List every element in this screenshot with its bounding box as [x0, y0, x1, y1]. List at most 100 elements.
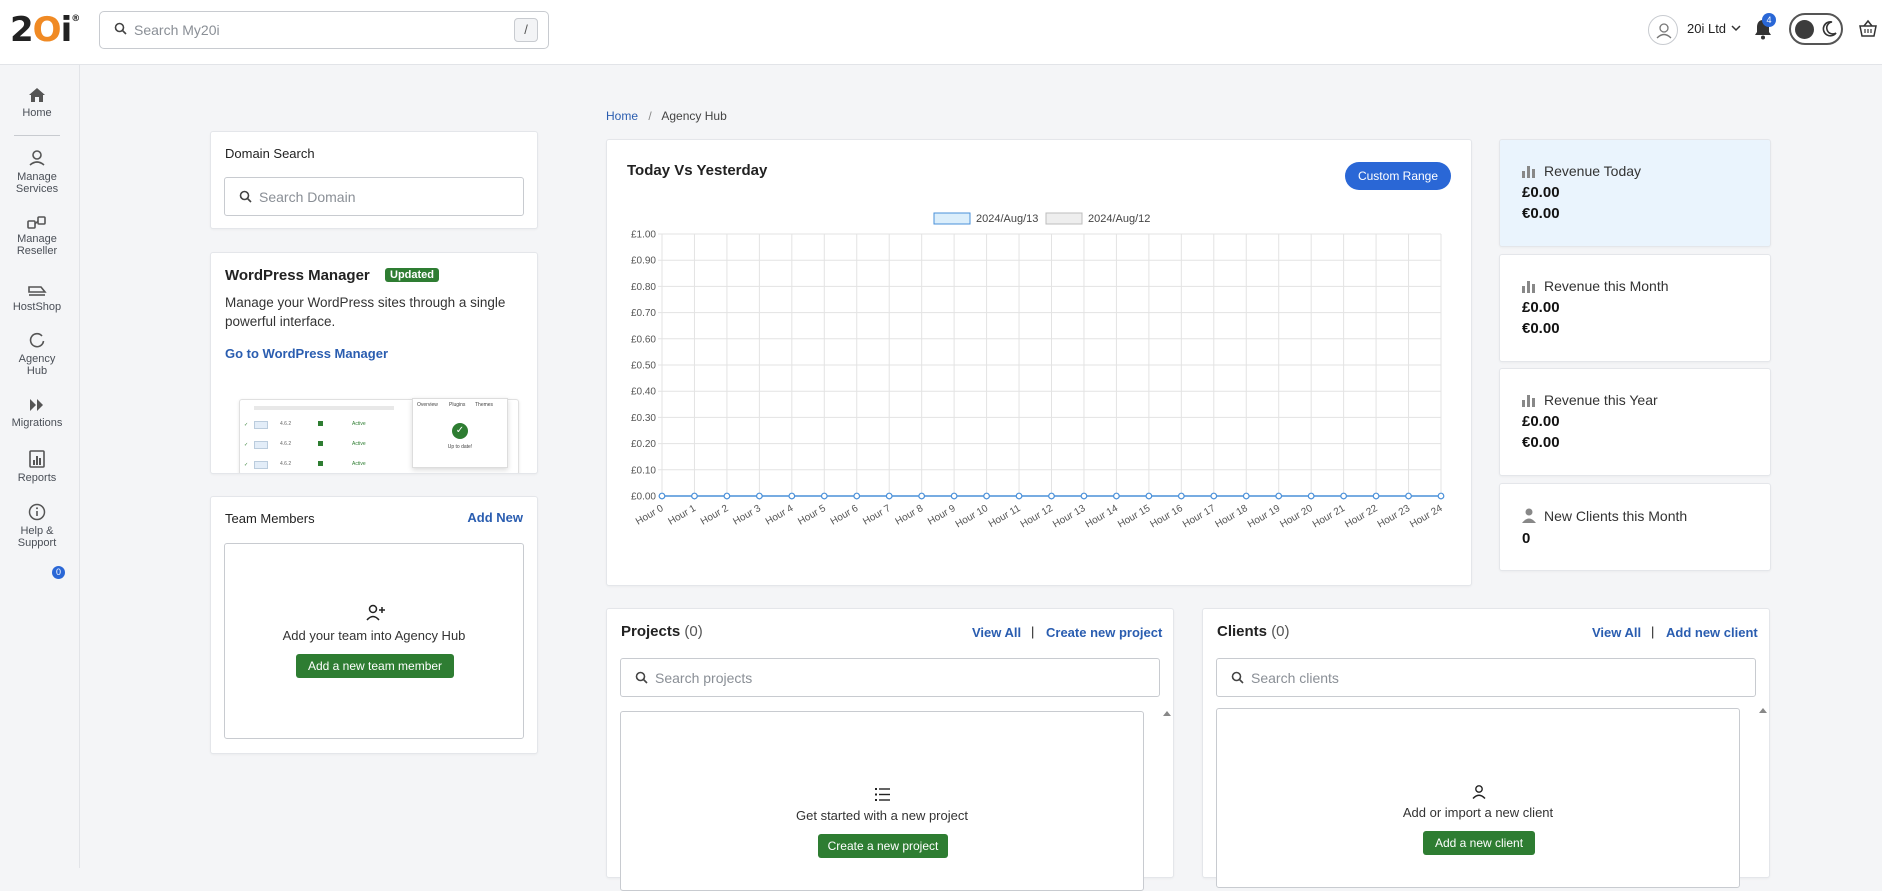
updated-badge: Updated [385, 268, 439, 282]
bar-chart-icon [1522, 281, 1535, 293]
x-tick-label: Hour 4 [764, 503, 796, 528]
x-tick-label: Hour 0 [634, 503, 666, 528]
search-projects-placeholder: Search projects [655, 670, 753, 686]
sidebar-item-manage-reseller[interactable]: Manage Reseller [0, 215, 74, 257]
x-tick-label: Hour 1 [666, 503, 698, 528]
sidebar-item-label: Manage [17, 171, 57, 183]
search-clients-placeholder: Search clients [1251, 670, 1339, 686]
basket-icon[interactable] [1858, 19, 1878, 39]
x-tick-label: Hour 5 [796, 503, 828, 528]
clients-card: Clients (0) View All | Add new client Se… [1202, 608, 1770, 888]
add-team-member-link[interactable]: Add New [467, 510, 523, 525]
y-tick-label: £0.50 [631, 361, 656, 372]
global-search-input[interactable]: Search My20i / [99, 11, 549, 49]
x-tick-label: Hour 16 [1149, 503, 1186, 531]
x-tick-label: Hour 18 [1213, 503, 1250, 531]
x-tick-label: Hour 8 [894, 503, 926, 528]
reports-icon [29, 450, 45, 468]
agency-hub-icon [29, 332, 45, 348]
data-point [1372, 492, 1380, 500]
breadcrumb-current: Agency Hub [661, 109, 727, 123]
sidebar-item-label: Reseller [16, 245, 58, 257]
add-new-client-link[interactable]: Add new client [1666, 625, 1758, 640]
preview-row-status: Active [352, 421, 366, 427]
stat-label: Revenue this Year [1544, 392, 1658, 408]
y-tick-label: £0.60 [631, 334, 656, 345]
x-tick-label: Hour 7 [861, 503, 893, 528]
sidebar-item-hostshop[interactable]: HostShop [0, 283, 74, 313]
data-point [1405, 492, 1412, 500]
line-chart: £0.00 £0.10 £0.20 £0.30 £0.40 £0.50 £0.60 £0.70… [631, 212, 1445, 531]
domain-search-input[interactable]: Search Domain [224, 177, 524, 216]
x-tick-label: Hour 13 [1051, 503, 1088, 531]
scroll-up-arrow[interactable] [1163, 711, 1171, 716]
y-tick-label: £0.90 [631, 256, 656, 267]
sidebar-item-label: Services [15, 183, 59, 195]
x-tick-label: Hour 9 [926, 503, 958, 528]
account-name[interactable]: 20i Ltd [1687, 21, 1726, 36]
data-point [1015, 492, 1023, 500]
data-point [658, 492, 666, 500]
sidebar-item-label: Hub [26, 365, 48, 377]
dark-mode-toggle[interactable] [1789, 13, 1843, 45]
logo[interactable]: 2Oi® [10, 10, 80, 50]
search-shortcut-key: / [514, 18, 538, 42]
x-tick-label: Hour 24 [1408, 503, 1445, 531]
list-icon [875, 788, 890, 801]
projects-view-all-link[interactable]: View All [972, 625, 1021, 640]
sidebar-item-label: Support [17, 537, 57, 549]
sidebar-item-label: Help & [20, 525, 54, 537]
sidebar-item-reports[interactable]: Reports [0, 450, 74, 484]
data-point [691, 492, 698, 500]
migrations-icon [30, 399, 43, 411]
sidebar-item-agency-hub[interactable]: Agency Hub [0, 331, 74, 377]
projects-title-text: Projects [621, 623, 681, 640]
data-point [1242, 492, 1250, 500]
x-tick-label: Hour 10 [954, 503, 991, 531]
y-tick-label: £1.00 [631, 230, 656, 241]
create-new-project-link[interactable]: Create new project [1046, 625, 1162, 640]
y-tick-label: £0.00 [631, 492, 656, 503]
search-projects-input[interactable]: Search projects [620, 658, 1160, 697]
stat-label: New Clients this Month [1544, 508, 1688, 524]
x-tick-label: Hour 20 [1278, 503, 1315, 531]
account-avatar[interactable] [1648, 15, 1678, 45]
add-user-icon [366, 604, 385, 621]
team-empty-state: Add your team into Agency Hub Add a new … [224, 543, 524, 739]
x-tick-label: Hour 14 [1084, 503, 1121, 531]
data-point [1340, 492, 1348, 500]
data-point [723, 492, 731, 500]
search-clients-input[interactable]: Search clients [1216, 658, 1756, 697]
sidebar-item-manage-services[interactable]: Manage Services [0, 149, 74, 195]
sidebar-item-label: Home [22, 107, 52, 119]
search-icon [114, 22, 127, 35]
x-tick-label: Hour 3 [731, 503, 763, 528]
sidebar-item-home[interactable]: Home [0, 87, 74, 119]
x-tick-label: Hour 15 [1116, 503, 1153, 531]
sidebar-item-migrations[interactable]: Migrations [0, 397, 74, 429]
home-icon [29, 88, 45, 102]
scroll-up-arrow[interactable] [1759, 708, 1767, 713]
create-project-button[interactable]: Create a new project [818, 834, 948, 858]
clients-view-all-link[interactable]: View All [1592, 625, 1641, 640]
sidebar-item-label: Reports [17, 472, 57, 484]
breadcrumb-home[interactable]: Home [606, 109, 638, 123]
wordpress-manager-description: Manage your WordPress sites through a si… [225, 295, 506, 329]
chevron-down-icon[interactable] [1731, 24, 1741, 32]
go-to-wordpress-manager-link[interactable]: Go to WordPress Manager [225, 346, 388, 361]
preview-popup: Overview Plugins Themes ✓ Up to date! [412, 398, 508, 468]
breadcrumb: Home / Agency Hub [606, 109, 727, 123]
help-badge: 0 [52, 566, 65, 579]
y-tick-label: £0.30 [631, 413, 656, 424]
projects-title: Projects (0) [621, 623, 703, 640]
add-team-member-button[interactable]: Add a new team member [296, 654, 454, 678]
person-icon [1522, 508, 1536, 523]
link-divider: | [1651, 624, 1655, 639]
legend-swatch [1045, 212, 1083, 225]
data-point [853, 492, 861, 500]
sidebar-item-label: HostShop [12, 301, 62, 313]
data-point [1080, 492, 1088, 500]
sidebar-item-help-support[interactable]: Help & Support [0, 503, 74, 549]
domain-search-title: Domain Search [225, 146, 315, 161]
add-client-button[interactable]: Add a new client [1423, 831, 1535, 855]
